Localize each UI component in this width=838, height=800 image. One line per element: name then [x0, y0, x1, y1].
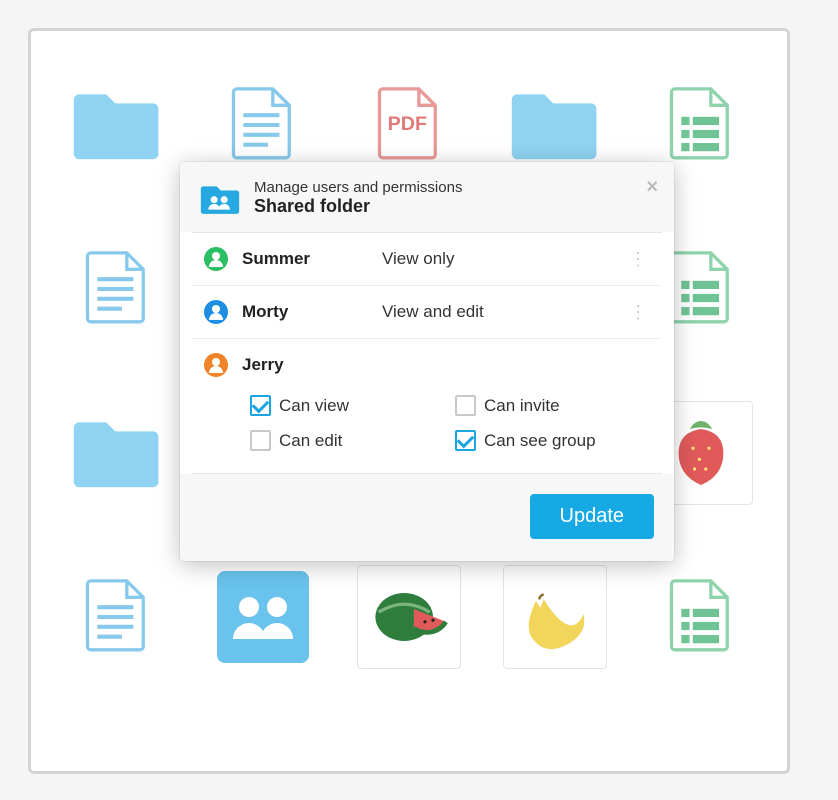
- perm-label: Can invite: [484, 396, 560, 416]
- update-button[interactable]: Update: [530, 494, 655, 539]
- perm-can-invite[interactable]: Can invite: [455, 395, 640, 416]
- user-row-morty: Morty View and edit ⋮: [192, 285, 662, 338]
- file-item-watermelon[interactable]: [355, 563, 463, 671]
- modal-title: Shared folder: [254, 196, 462, 217]
- shared-folder-icon: [200, 178, 240, 218]
- modal-footer: Update: [180, 474, 674, 561]
- avatar-icon: [204, 300, 228, 324]
- checkbox-icon[interactable]: [455, 430, 476, 451]
- user-name: Jerry: [242, 355, 382, 375]
- svg-text:PDF: PDF: [388, 113, 427, 135]
- user-row-summer: Summer View only ⋮: [192, 233, 662, 285]
- kebab-menu-icon[interactable]: ⋮: [625, 302, 650, 323]
- user-row-jerry-expanded: Jerry Can view Can invite Can edit Can: [192, 338, 662, 473]
- user-permission: View and edit: [382, 302, 625, 322]
- user-permission: View only: [382, 249, 625, 269]
- kebab-menu-icon[interactable]: ⋮: [625, 249, 650, 270]
- permissions-modal: Manage users and permissions Shared fold…: [180, 162, 674, 561]
- modal-body: Summer View only ⋮ Morty View and edit ⋮…: [192, 232, 662, 474]
- perm-can-edit[interactable]: Can edit: [250, 430, 435, 451]
- checkbox-icon[interactable]: [250, 430, 271, 451]
- checkbox-icon[interactable]: [250, 395, 271, 416]
- file-item-list-green[interactable]: [647, 563, 755, 671]
- avatar-icon: [204, 247, 228, 271]
- file-item-doc-blue[interactable]: [63, 235, 171, 343]
- file-item-folder[interactable]: [63, 71, 171, 179]
- file-item-shared-folder[interactable]: [209, 563, 317, 671]
- perm-can-see-group[interactable]: Can see group: [455, 430, 640, 451]
- user-name: Morty: [242, 302, 382, 322]
- perm-label: Can see group: [484, 431, 596, 451]
- file-item-banana[interactable]: [501, 563, 609, 671]
- checkbox-icon[interactable]: [455, 395, 476, 416]
- avatar-icon: [204, 353, 228, 377]
- modal-subtitle: Manage users and permissions: [254, 179, 462, 196]
- file-item-doc-blue[interactable]: [63, 563, 171, 671]
- perm-label: Can edit: [279, 431, 342, 451]
- file-item-folder[interactable]: [63, 399, 171, 507]
- modal-header: Manage users and permissions Shared fold…: [180, 162, 674, 232]
- perm-can-view[interactable]: Can view: [250, 395, 435, 416]
- user-name: Summer: [242, 249, 382, 269]
- close-icon[interactable]: ×: [646, 176, 658, 199]
- perm-label: Can view: [279, 396, 349, 416]
